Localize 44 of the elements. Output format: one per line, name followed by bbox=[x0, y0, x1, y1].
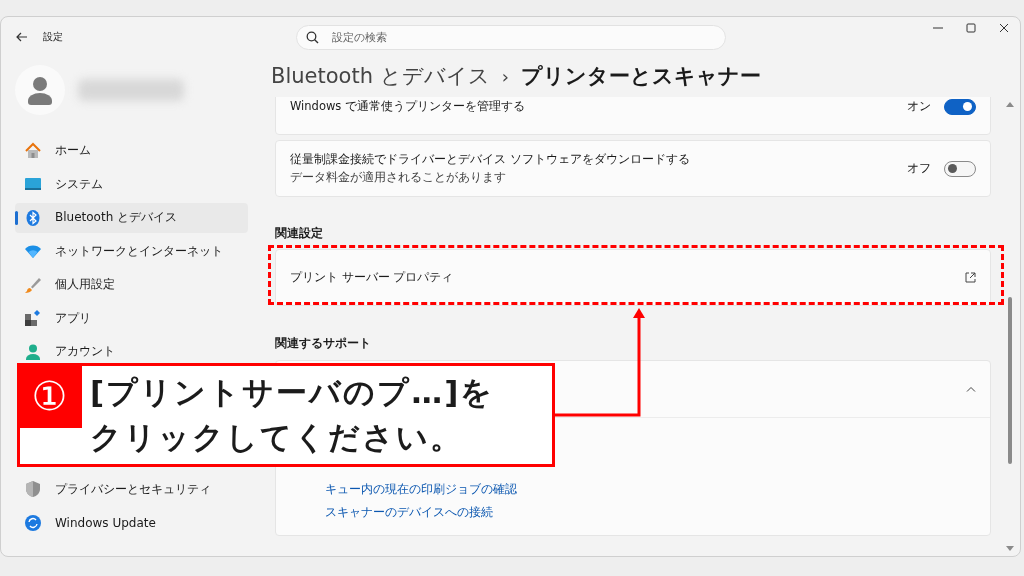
sidebar-item[interactable]: Bluetooth とデバイス bbox=[15, 203, 248, 233]
toggle-label: オン bbox=[907, 99, 931, 114]
apps-icon bbox=[24, 309, 42, 328]
toggle-switch[interactable] bbox=[944, 160, 976, 177]
toggle-label: オフ bbox=[907, 161, 931, 176]
callout-text: [プリントサーバのプ…]を クリックしてください。 bbox=[90, 373, 495, 457]
setting-title: 従量制課金接続でドライバーとデバイス ソフトウェアをダウンロードする bbox=[290, 152, 691, 167]
help-link[interactable]: スキャナーのデバイスへの接続 bbox=[325, 505, 493, 520]
scroll-up-icon[interactable] bbox=[1006, 101, 1014, 107]
external-link-icon bbox=[965, 272, 976, 283]
chevron-up-icon[interactable] bbox=[966, 386, 976, 392]
step-number: ① bbox=[17, 363, 82, 428]
sidebar-item[interactable]: アプリ bbox=[15, 303, 248, 333]
setting-title: Windows で通常使うプリンターを管理する bbox=[290, 99, 526, 114]
sidebar-item[interactable]: Windows Update bbox=[15, 508, 248, 538]
help-link[interactable]: キュー内の現在の印刷ジョブの確認 bbox=[325, 482, 517, 497]
search-field[interactable]: 設定の検索 bbox=[296, 24, 726, 50]
scrollbar-thumb[interactable] bbox=[1008, 297, 1012, 464]
sidebar-item[interactable]: ネットワークとインターネット bbox=[15, 236, 248, 266]
section-heading: 関連設定 bbox=[275, 226, 324, 241]
breadcrumb-separator: › bbox=[501, 65, 509, 87]
shield-icon bbox=[24, 480, 42, 499]
update-icon bbox=[24, 513, 42, 532]
page-title: プリンターとスキャナー bbox=[520, 63, 761, 90]
brush-icon bbox=[24, 275, 42, 294]
section-heading: 関連するサポート bbox=[275, 336, 372, 351]
avatar-icon bbox=[15, 65, 65, 115]
sidebar-item[interactable]: システム bbox=[15, 169, 248, 199]
setting-description: データ料金が適用されることがあります bbox=[290, 170, 507, 185]
close-icon[interactable] bbox=[999, 23, 1009, 33]
home-icon bbox=[24, 141, 42, 160]
settings-link-row[interactable]: プリント サーバー プロパティ bbox=[275, 249, 991, 306]
maximize-icon[interactable] bbox=[966, 23, 976, 33]
sidebar-item[interactable]: プライバシーとセキュリティ bbox=[15, 474, 248, 504]
sidebar-item[interactable]: 個人用設定 bbox=[15, 270, 248, 300]
back-arrow-icon[interactable] bbox=[16, 32, 28, 42]
person-icon bbox=[24, 342, 42, 361]
scroll-down-icon[interactable] bbox=[1006, 546, 1014, 552]
search-icon bbox=[306, 30, 319, 44]
toggle-switch[interactable] bbox=[944, 98, 976, 115]
window-title: 設定 bbox=[43, 30, 63, 44]
bluetooth-icon bbox=[24, 208, 42, 227]
sidebar-item[interactable]: ホーム bbox=[15, 136, 248, 166]
breadcrumb-link[interactable]: Bluetooth とデバイス bbox=[271, 62, 490, 90]
